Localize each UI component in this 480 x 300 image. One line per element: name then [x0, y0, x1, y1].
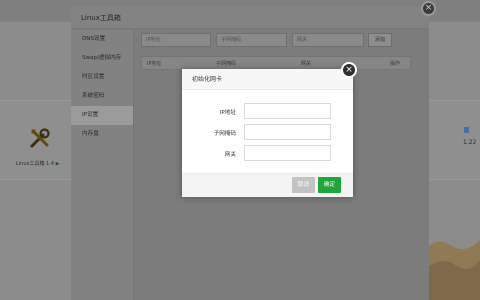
gateway-label: 网关 — [224, 152, 236, 158]
column-netmask: 子网掩码 — [216, 61, 237, 67]
netmask-input[interactable]: 子网掩码 — [216, 33, 287, 47]
dialog-netmask-field[interactable] — [244, 124, 331, 140]
sidebar-item-ramdisk[interactable]: 内存盘 — [71, 125, 133, 144]
column-gateway: 网关 — [301, 61, 312, 67]
dialog-close-icon[interactable]: × — [341, 62, 357, 78]
background-chart-fragment — [420, 240, 480, 300]
ip-address-label: IP地址 — [219, 110, 236, 116]
play-icon: ▶ — [55, 161, 60, 167]
window-title: Linux工具箱 — [71, 7, 429, 29]
sidebar-item-timezone[interactable]: 时区设置 — [71, 68, 133, 87]
toolbox-app-name: Linux工具箱 1.4 — [16, 161, 55, 167]
dialog-title: 初始化网卡 — [182, 69, 353, 90]
sidebar-item-password[interactable]: 系统密码 — [71, 87, 133, 106]
window-sidebar: DNS设置 Swap/虚拟内存 时区设置 系统密码 IP设置 内存盘 — [71, 30, 134, 300]
netmask-label: 子网掩码 — [213, 131, 236, 137]
column-actions: 操作 — [390, 61, 401, 67]
ip-table-header: IP地址 子网掩码 网关 操作 — [141, 56, 411, 70]
toolbox-app-label: Linux工具箱 1.4 ▶ — [16, 160, 59, 167]
dialog-gateway-field[interactable] — [244, 145, 331, 161]
toolbox-icon — [30, 128, 50, 148]
background-stat-value: 1.22 — [463, 139, 477, 146]
dialog-ip-address-field[interactable] — [244, 103, 331, 119]
ip-address-input[interactable]: IP地址 — [141, 33, 211, 47]
status-marker — [464, 127, 469, 133]
sidebar-item-ip[interactable]: IP设置 — [71, 106, 133, 125]
confirm-button[interactable]: 确定 — [318, 177, 341, 193]
sidebar-item-swap[interactable]: Swap/虚拟内存 — [71, 49, 133, 68]
window-close-icon[interactable]: × — [421, 1, 436, 16]
column-ip: IP地址 — [147, 61, 162, 67]
gateway-input[interactable]: 网关 — [292, 33, 364, 47]
add-ip-button[interactable]: 添加 — [368, 33, 392, 47]
cancel-button[interactable]: 取消 — [292, 177, 315, 193]
sidebar-item-dns[interactable]: DNS设置 — [71, 30, 133, 49]
